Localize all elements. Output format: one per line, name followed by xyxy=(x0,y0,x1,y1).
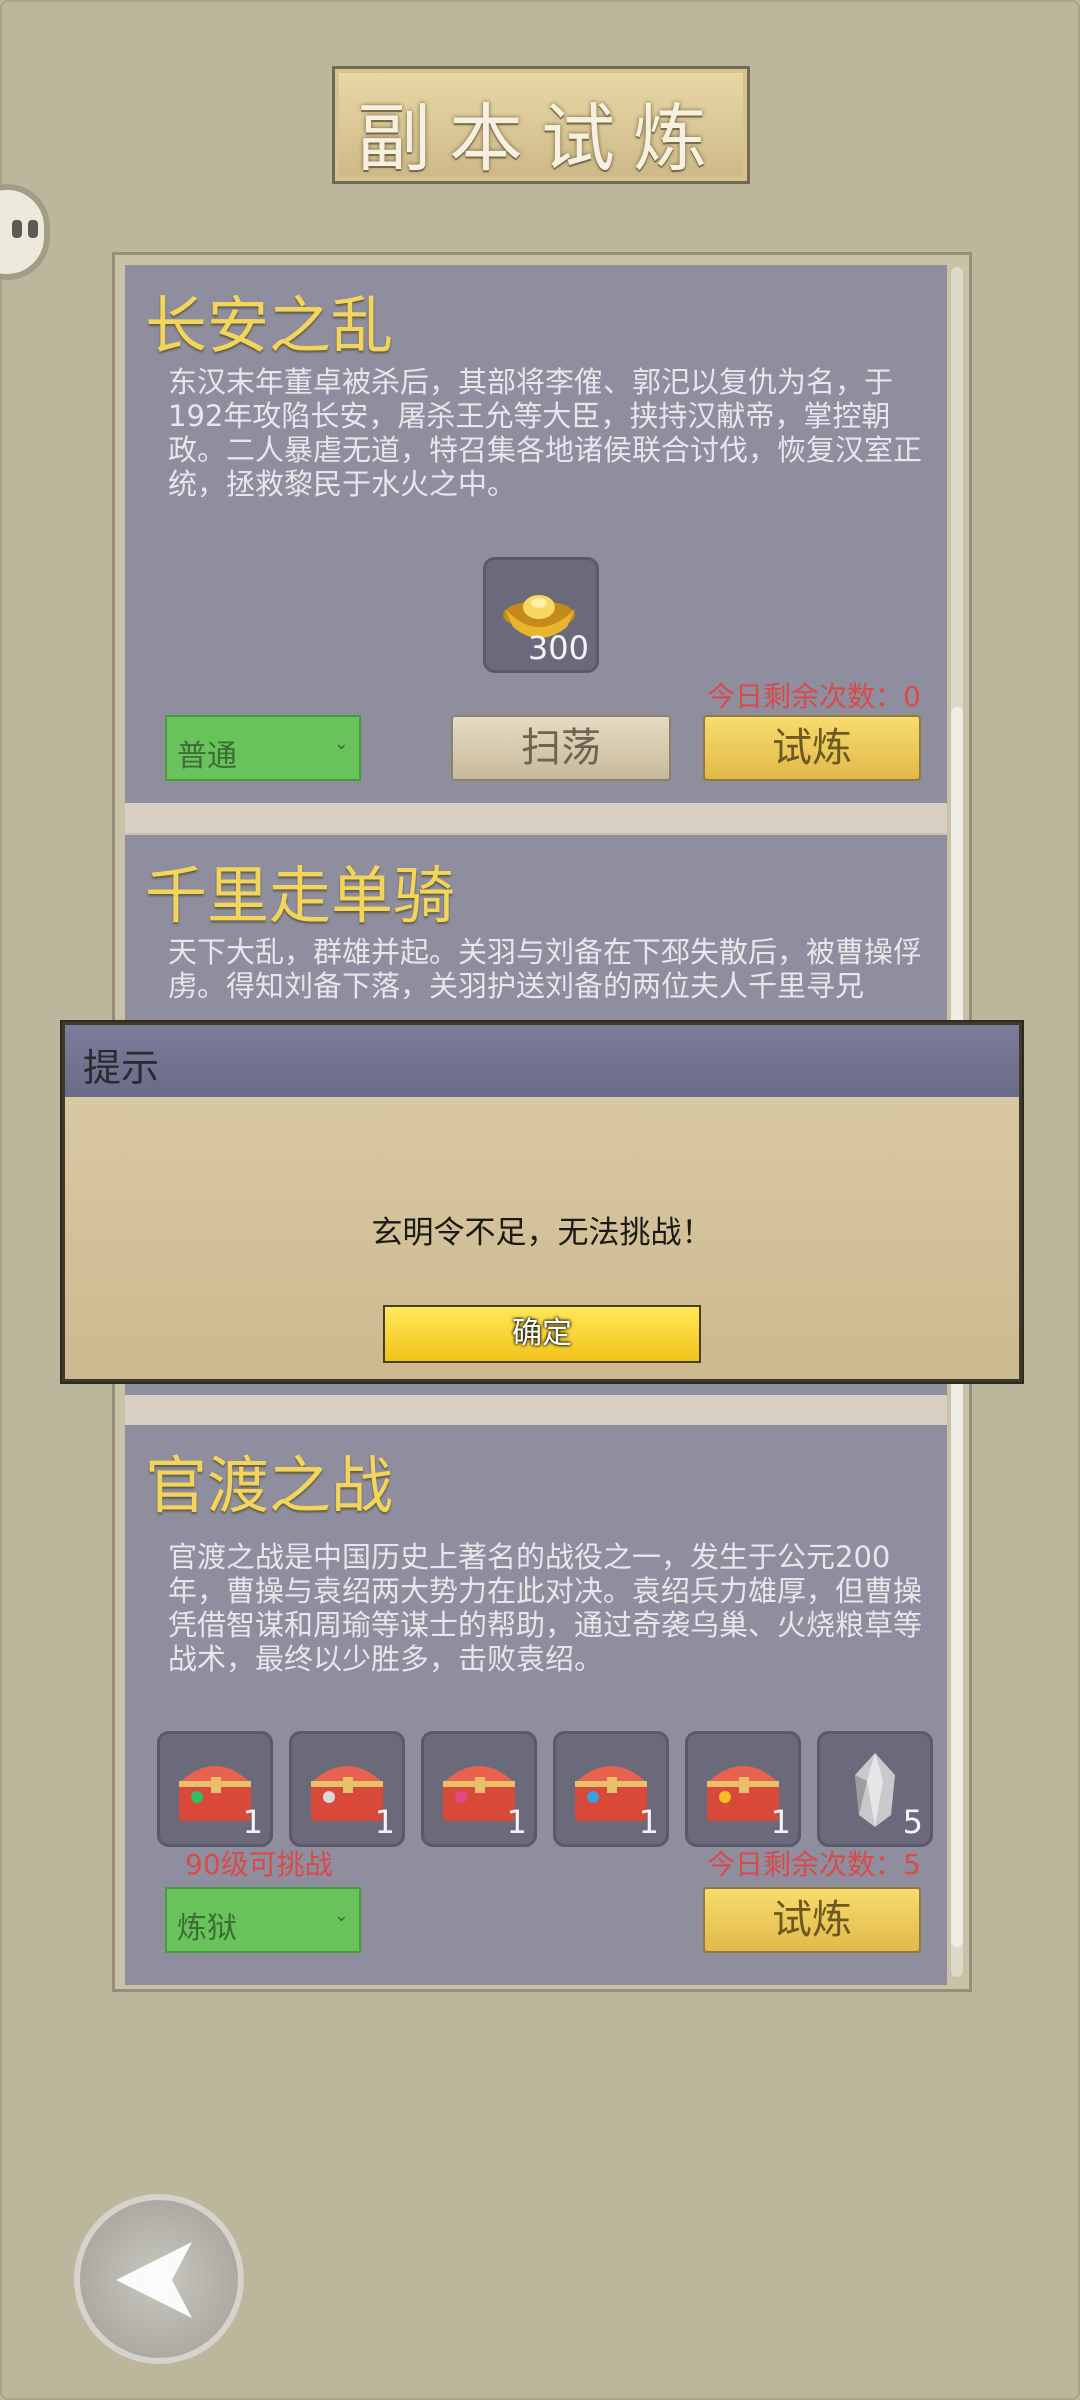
reward-quantity: 1 xyxy=(374,1803,395,1841)
dungeon-title: 千里走单骑 xyxy=(145,859,456,932)
reward-quantity: 300 xyxy=(527,629,589,667)
difficulty-value: 炼狱 xyxy=(177,1911,237,1946)
reward-quantity: 5 xyxy=(902,1803,923,1841)
reward-slot[interactable]: 5 xyxy=(817,1731,933,1847)
level-requirement: 90级可挑战 xyxy=(185,1848,333,1881)
dungeon-title: 官渡之战 xyxy=(145,1449,394,1522)
page-title: 副本试炼 xyxy=(357,96,725,182)
chat-dot-icon xyxy=(28,220,38,238)
remaining-attempts: 今日剩余次数：0 xyxy=(707,680,921,713)
game-screen: 副本试炼 长安之乱 东汉末年董卓被杀后，其部将李傕、郭汜以复仇为名，于192年攻… xyxy=(0,0,1080,2400)
dungeon-card-changan: 长安之乱 东汉末年董卓被杀后，其部将李傕、郭汜以复仇为名，于192年攻陷长安，屠… xyxy=(125,265,947,810)
difficulty-select[interactable]: 炼狱 ⌄ xyxy=(165,1887,361,1953)
page-title-plaque: 副本试炼 xyxy=(332,66,750,184)
reward-slot[interactable]: 1 xyxy=(421,1731,537,1847)
card-divider xyxy=(125,803,947,833)
dialog-message: 玄明令不足，无法挑战！ xyxy=(371,1215,713,1251)
reward-quantity: 1 xyxy=(506,1803,527,1841)
remaining-attempts: 今日剩余次数：5 xyxy=(707,1848,921,1881)
back-button[interactable] xyxy=(74,2194,244,2364)
trial-button[interactable]: 试炼 xyxy=(703,1887,921,1953)
confirm-button[interactable]: 确定 xyxy=(383,1305,701,1363)
dungeon-description: 天下大乱，群雄并起。关羽与刘备在下邳失散后，被曹操俘虏。得知刘备下落，关羽护送刘… xyxy=(168,935,923,1003)
dungeon-title: 长安之乱 xyxy=(145,289,394,362)
reward-slot[interactable]: 1 xyxy=(553,1731,669,1847)
reward-slot[interactable]: 1 xyxy=(685,1731,801,1847)
dungeon-card-guandu: 官渡之战 官渡之战是中国历史上著名的战役之一，发生于公元200年，曹操与袁绍两大… xyxy=(125,1425,947,1985)
chevron-down-icon: ⌄ xyxy=(333,733,349,754)
difficulty-select[interactable]: 普通 ⌄ xyxy=(165,715,361,781)
sweep-button[interactable]: 扫荡 xyxy=(451,715,671,781)
reward-quantity: 1 xyxy=(770,1803,791,1841)
reward-slot[interactable]: 300 xyxy=(483,557,599,673)
reward-quantity: 1 xyxy=(242,1803,263,1841)
floating-chat-button[interactable] xyxy=(0,184,50,280)
reward-slot[interactable]: 1 xyxy=(289,1731,405,1847)
reward-quantity: 1 xyxy=(638,1803,659,1841)
reward-slot[interactable]: 1 xyxy=(157,1731,273,1847)
dialog-header: 提示 xyxy=(65,1025,1019,1097)
dialog-title: 提示 xyxy=(83,1046,160,1090)
dungeon-description: 官渡之战是中国历史上著名的战役之一，发生于公元200年，曹操与袁绍两大势力在此对… xyxy=(168,1540,923,1676)
back-arrow-icon xyxy=(116,2242,192,2318)
difficulty-value: 普通 xyxy=(177,739,237,774)
trial-button[interactable]: 试炼 xyxy=(703,715,921,781)
alert-dialog: 提示 玄明令不足，无法挑战！ 确定 xyxy=(62,1022,1022,1382)
chevron-down-icon: ⌄ xyxy=(333,1905,349,1926)
dungeon-description: 东汉末年董卓被杀后，其部将李傕、郭汜以复仇为名，于192年攻陷长安，屠杀王允等大… xyxy=(168,365,923,501)
card-divider xyxy=(125,1395,947,1425)
chat-dot-icon xyxy=(12,220,22,238)
